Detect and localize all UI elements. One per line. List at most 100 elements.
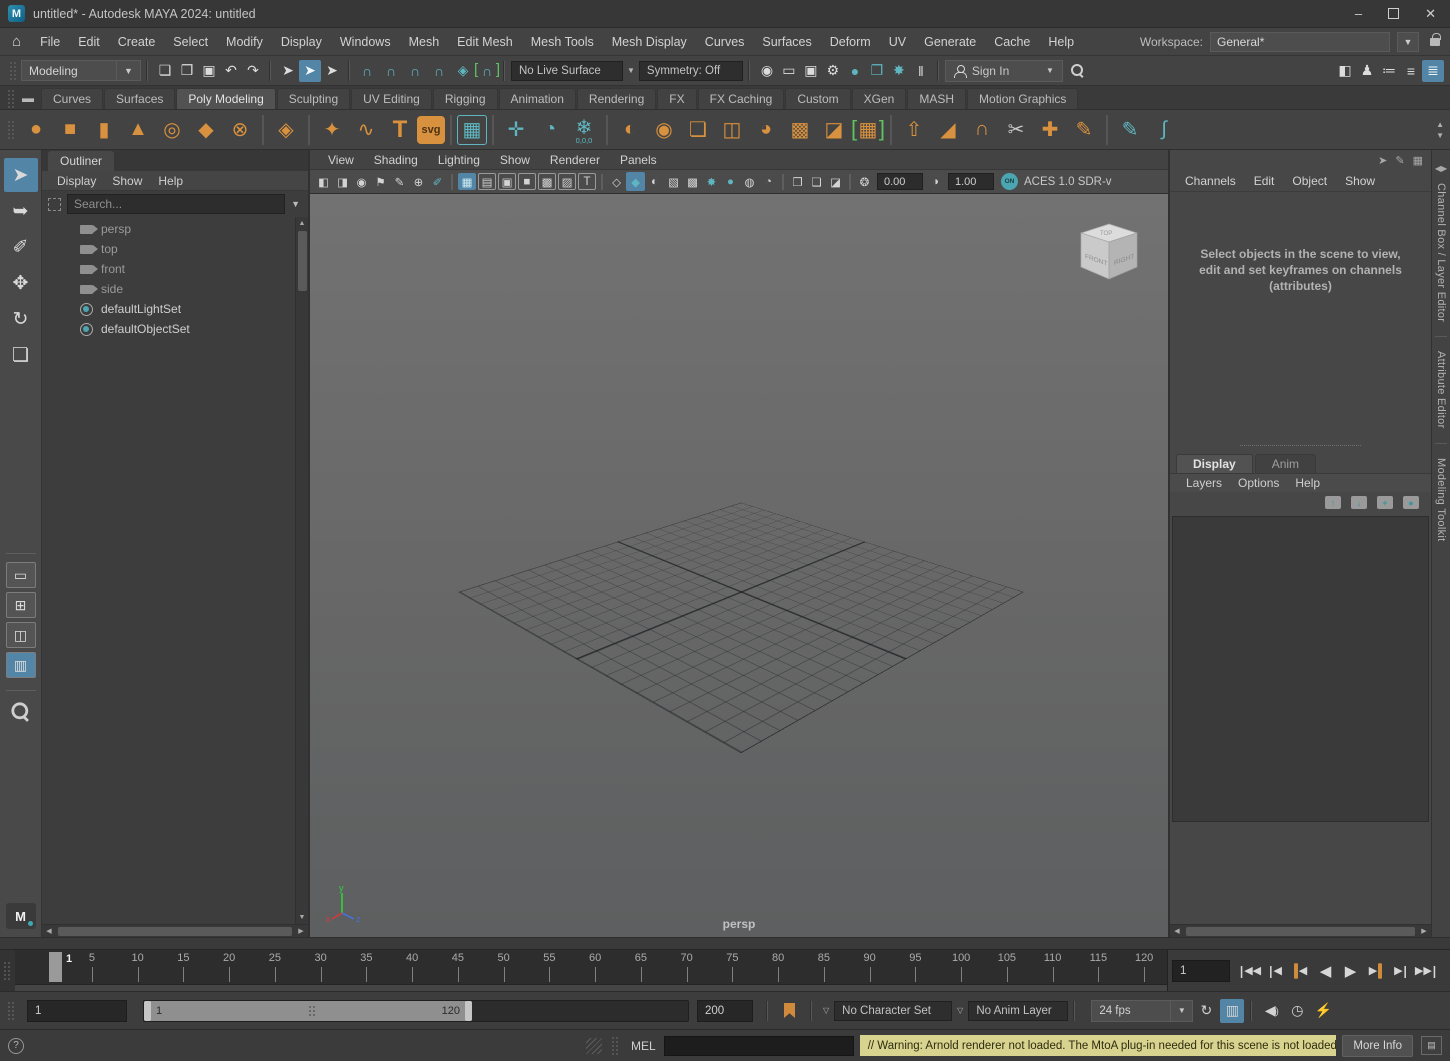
range-end-handle[interactable]	[465, 1001, 472, 1021]
playback-sync-icon[interactable]: ◷	[1285, 999, 1309, 1023]
fog-icon[interactable]: ❏	[807, 172, 826, 191]
scroll-up-icon[interactable]: ▲	[299, 217, 306, 230]
new-scene-icon[interactable]: ❏	[154, 60, 176, 82]
view-cube[interactable]: TOP FRONT RIGHT	[1076, 220, 1142, 290]
character-controls-toggle-icon[interactable]: ♟	[1356, 60, 1378, 82]
shelf-tab-curves[interactable]: Curves	[41, 88, 103, 109]
command-language-label[interactable]: MEL	[631, 1039, 656, 1053]
statusline-grip[interactable]	[9, 61, 18, 81]
shelf-tab-poly-modeling[interactable]: Poly Modeling	[176, 88, 275, 109]
workspace-select[interactable]: General*	[1210, 32, 1390, 52]
layout-outliner-persp[interactable]: ▥	[6, 652, 36, 678]
smooth-shade-icon[interactable]: ◆	[626, 172, 645, 191]
redo-icon[interactable]: ↷	[242, 60, 264, 82]
layer-menu-options[interactable]: Options	[1230, 476, 1287, 490]
pan-zoom-icon[interactable]: ⊕	[409, 172, 428, 191]
shelf-tab-custom[interactable]: Custom	[785, 88, 850, 109]
poly-cone-icon[interactable]: ▲	[121, 113, 155, 147]
poly-cylinder-icon[interactable]: ▮	[87, 113, 121, 147]
gamma-icon[interactable]: ◑	[926, 172, 945, 191]
tab-channel-box-layer-editor[interactable]: Channel Box / Layer Editor	[1435, 173, 1447, 332]
range-start-handle[interactable]	[144, 1001, 151, 1021]
channel-menu-channels[interactable]: Channels	[1176, 174, 1245, 188]
go-to-start-button[interactable]: |◀◀	[1238, 958, 1263, 984]
timeline-tick[interactable]: 25	[252, 950, 298, 984]
move-layer-down-icon[interactable]: ↓	[1351, 496, 1367, 509]
snap-to-curves-icon[interactable]: ∩	[380, 60, 402, 82]
menu-create[interactable]: Create	[109, 35, 165, 49]
render-settings-icon[interactable]: ⚙	[822, 60, 844, 82]
previous-key-button[interactable]: |◀	[1288, 958, 1313, 984]
freeze-transform-icon[interactable]: ❄0,0,0	[567, 113, 601, 147]
shelf-tab-fx-caching[interactable]: FX Caching	[698, 88, 785, 109]
motion-blur-icon[interactable]: ◔	[759, 172, 778, 191]
workspace-lock-icon[interactable]	[1430, 38, 1440, 46]
wireframe-icon[interactable]: ◇	[607, 172, 626, 191]
outliner-menu-help[interactable]: Help	[151, 174, 190, 188]
shelf-scroll-down-icon[interactable]: ▼	[1436, 131, 1444, 140]
menu-set-dropdown-arrow[interactable]: ▼	[117, 60, 141, 81]
display-layers-toggle-icon[interactable]: ≣	[1422, 60, 1444, 82]
channel-menu-show[interactable]: Show	[1336, 174, 1384, 188]
scroll-right-icon[interactable]: ▶	[1417, 927, 1431, 935]
timeline-tick[interactable]: 80	[755, 950, 801, 984]
scroll-left-icon[interactable]: ◀	[42, 927, 56, 935]
timeline-tick[interactable]: 5	[69, 950, 115, 984]
shelf-tab-animation[interactable]: Animation	[499, 88, 576, 109]
home-icon[interactable]: ⌂	[12, 33, 21, 50]
time-slider-grip[interactable]	[3, 961, 12, 981]
range-slider-grip[interactable]	[7, 1001, 16, 1021]
render-view-icon[interactable]: ◉	[756, 60, 778, 82]
scroll-right-icon[interactable]: ▶	[294, 927, 308, 935]
timeline-ruler[interactable]: 1 51015202530354045505560657075808590951…	[15, 950, 1168, 991]
outliner-item-persp[interactable]: persp	[42, 219, 295, 239]
timeline-tick[interactable]: 85	[801, 950, 847, 984]
resolution-gate-icon[interactable]: ▣	[498, 173, 516, 190]
menu-edit[interactable]: Edit	[69, 35, 109, 49]
menu-help[interactable]: Help	[1039, 35, 1083, 49]
menu-cache[interactable]: Cache	[985, 35, 1039, 49]
shelf-tab-surfaces[interactable]: Surfaces	[104, 88, 175, 109]
mute-audio-icon[interactable]: ◀))	[1259, 999, 1283, 1023]
close-button[interactable]: ✕	[1425, 6, 1436, 22]
shelf-tab-mash[interactable]: MASH	[907, 88, 966, 109]
outliner-menu-display[interactable]: Display	[50, 174, 103, 188]
panel-menu-panels[interactable]: Panels	[610, 153, 667, 167]
undo-icon[interactable]: ↶	[220, 60, 242, 82]
exposure-field[interactable]: 0.00	[877, 173, 923, 190]
poly-plane-icon[interactable]: ◆	[189, 113, 223, 147]
step-forward-button[interactable]: ▶|	[1388, 958, 1413, 984]
search-zoom-icon[interactable]	[1071, 64, 1084, 77]
live-surface-dropdown-icon[interactable]: ▼	[627, 66, 635, 75]
channel-menu-object[interactable]: Object	[1283, 174, 1336, 188]
more-info-button[interactable]: More Info	[1342, 1035, 1413, 1057]
ipr-render-icon[interactable]: ▣	[800, 60, 822, 82]
layout-single-pane[interactable]: ▭	[6, 562, 36, 588]
snap-to-grids-icon[interactable]: ∩	[356, 60, 378, 82]
menu-select[interactable]: Select	[164, 35, 217, 49]
svg-tool-icon[interactable]: svg	[417, 116, 445, 144]
menu-windows[interactable]: Windows	[331, 35, 400, 49]
play-forwards-button[interactable]: ▶	[1338, 958, 1363, 984]
save-scene-icon[interactable]: ▣	[198, 60, 220, 82]
menu-curves[interactable]: Curves	[696, 35, 754, 49]
camera-icon[interactable]: ◧	[314, 172, 333, 191]
isolate-select-icon[interactable]: ❐	[788, 172, 807, 191]
go-to-end-button[interactable]: ▶▶|	[1413, 958, 1438, 984]
poly-helix-icon[interactable]: ∿	[349, 113, 383, 147]
add-bookmark-icon[interactable]	[784, 1003, 795, 1018]
scroll-down-icon[interactable]: ▼	[299, 911, 306, 924]
colorspace-label[interactable]: ACES 1.0 SDR-v	[1024, 176, 1112, 188]
next-key-button[interactable]: ▶|	[1363, 958, 1388, 984]
select-object-icon[interactable]: ➤	[299, 60, 321, 82]
select-hierarchy-icon[interactable]: ➤	[277, 60, 299, 82]
panel-menu-lighting[interactable]: Lighting	[428, 153, 490, 167]
character-set-field[interactable]: No Character Set	[834, 1001, 952, 1021]
outliner-search-dropdown-icon[interactable]: ▼	[291, 199, 300, 209]
outliner-item-defaultLightSet[interactable]: defaultLightSet	[42, 299, 295, 319]
pause-viewport-icon[interactable]: ‖	[910, 60, 932, 82]
rotate-tool[interactable]: ↻	[4, 302, 38, 336]
timeline-tick[interactable]: 55	[527, 950, 573, 984]
scale-tool[interactable]: ❏	[4, 338, 38, 372]
outliner-menu-show[interactable]: Show	[105, 174, 149, 188]
